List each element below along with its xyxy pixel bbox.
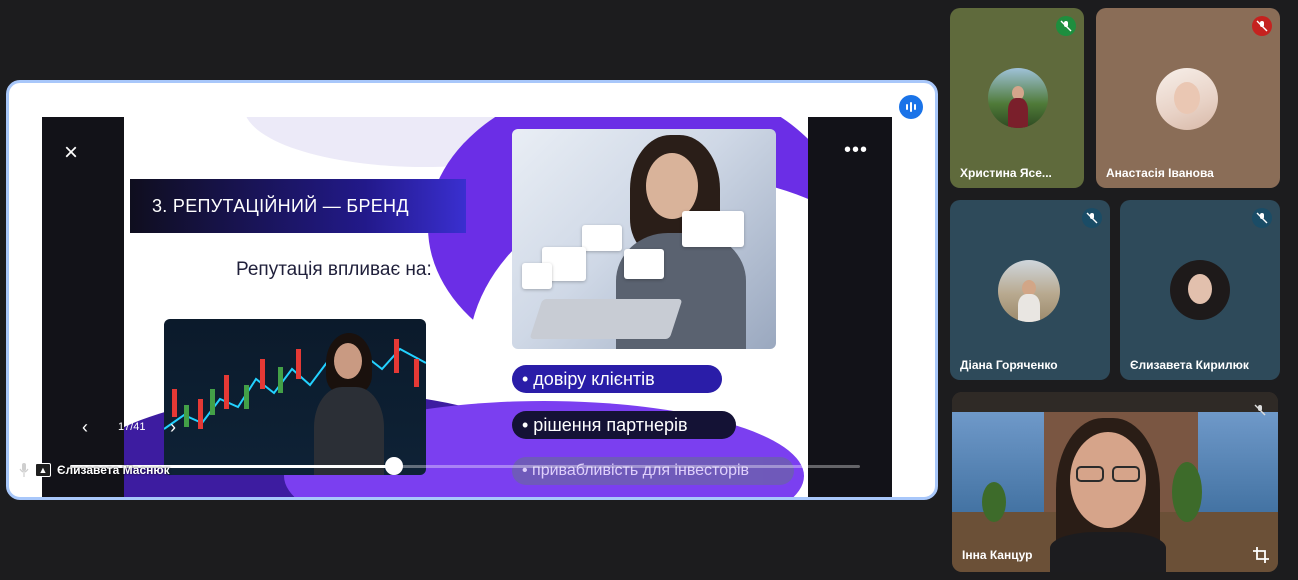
participant-tile[interactable]: Діана Горяченко: [950, 200, 1110, 380]
slide-title-box: 3. РЕПУТАЦІЙНИЙ — БРЕНД: [130, 179, 466, 233]
slide-subtitle: Репутація впливає на:: [236, 259, 432, 280]
participant-name: Христина Ясе...: [960, 166, 1052, 180]
participant-avatar: [988, 68, 1048, 128]
slide-bullet-1: • довіру клієнтів: [512, 365, 722, 393]
meeting-stage: 3. РЕПУТАЦІЙНИЙ — БРЕНД Репутація вплива…: [0, 0, 1298, 580]
presenting-icon: ▲: [35, 463, 51, 477]
crop-icon[interactable]: [1252, 546, 1270, 564]
page-indicator: 17/41: [118, 421, 146, 433]
participant-name: Єлизавета Кирилюк: [1130, 358, 1249, 372]
participant-name: Анастасія Іванова: [1106, 166, 1214, 180]
slide-progress-slider[interactable]: [70, 457, 860, 475]
presenter-name: Єлизавета Маснюк: [57, 463, 170, 477]
presentation-tile[interactable]: 3. РЕПУТАЦІЙНИЙ — БРЕНД Репутація вплива…: [6, 80, 938, 500]
speaking-indicator-icon: [899, 95, 923, 119]
close-icon[interactable]: ×: [64, 139, 78, 167]
participant-avatar: [1170, 260, 1230, 320]
slide-photo-stock-chart: [164, 319, 426, 475]
muted-mic-icon: [1082, 208, 1102, 228]
microphone-icon: [19, 463, 29, 477]
presenter-label: ▲ Єлизавета Маснюк: [19, 463, 170, 477]
muted-mic-icon: [1056, 16, 1076, 36]
participant-tile[interactable]: Анастасія Іванова: [1096, 8, 1280, 188]
participant-avatar: [1156, 68, 1218, 130]
previous-slide-icon[interactable]: ‹: [82, 417, 88, 438]
participant-tile-video[interactable]: Інна Канцур: [952, 392, 1278, 572]
participant-name: Діана Горяченко: [960, 358, 1058, 372]
participant-name: Інна Канцур: [962, 548, 1033, 562]
slide-title: 3. РЕПУТАЦІЙНИЙ — БРЕНД: [152, 195, 409, 216]
next-slide-icon[interactable]: ›: [170, 417, 176, 438]
participant-tile[interactable]: Христина Ясе...: [950, 8, 1084, 188]
slide-photo-woman-laptop: [512, 129, 776, 349]
participant-avatar: [998, 260, 1060, 322]
muted-mic-icon: [1252, 16, 1272, 36]
more-options-icon[interactable]: •••: [844, 139, 868, 162]
slide: 3. РЕПУТАЦІЙНИЙ — БРЕНД Репутація вплива…: [124, 117, 808, 497]
slide-bullet-2: • рішення партнерів: [512, 411, 736, 439]
muted-mic-icon: [1250, 400, 1270, 420]
muted-mic-icon: [1252, 208, 1272, 228]
slide-viewer: 3. РЕПУТАЦІЙНИЙ — БРЕНД Репутація вплива…: [42, 117, 892, 497]
participant-tile[interactable]: Єлизавета Кирилюк: [1120, 200, 1280, 380]
slide-progress-handle[interactable]: [384, 457, 403, 475]
slide-bullet-3: • привабливість для інвесторів: [512, 457, 794, 485]
